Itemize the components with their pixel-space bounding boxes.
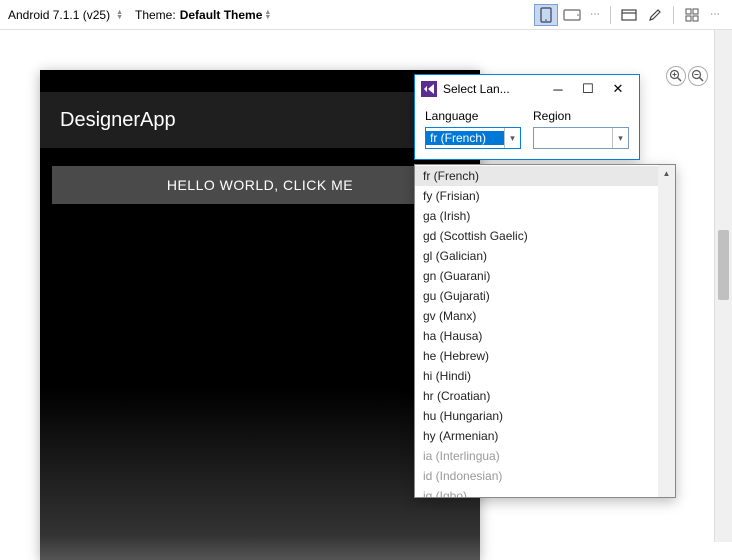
- zoom-out-icon: [691, 69, 705, 83]
- device-landscape-button[interactable]: [560, 4, 584, 26]
- edit-mode-button[interactable]: [643, 4, 667, 26]
- more-devices-button[interactable]: ⋯: [586, 9, 604, 20]
- dropdown-item[interactable]: fy (Frisian): [415, 186, 675, 206]
- close-button[interactable]: ✕: [603, 77, 633, 101]
- android-label: Android 7.1.1 (v25): [8, 8, 110, 22]
- zoom-controls: [666, 66, 708, 86]
- designer-top-toolbar: Android 7.1.1 (v25) ▲▼ Theme: Default Th…: [0, 0, 732, 30]
- dropdown-item[interactable]: gu (Gujarati): [415, 286, 675, 306]
- dropdown-item[interactable]: hu (Hungarian): [415, 406, 675, 426]
- dialog-titlebar[interactable]: Select Lan... ─ ☐ ✕: [415, 75, 639, 103]
- android-version-selector[interactable]: Android 7.1.1 (v25) ▲▼: [8, 8, 123, 22]
- chevron-down-icon: ▾: [504, 128, 520, 148]
- visual-studio-icon: [421, 81, 437, 97]
- hello-world-button[interactable]: HELLO WORLD, CLICK ME: [52, 166, 468, 204]
- toolbar-separator: [673, 6, 674, 24]
- window-mode-button[interactable]: [617, 4, 641, 26]
- canvas-vertical-scrollbar[interactable]: [714, 30, 732, 542]
- scrollbar-thumb[interactable]: [718, 230, 729, 300]
- zoom-out-button[interactable]: [688, 66, 708, 86]
- window-icon: [621, 9, 637, 21]
- dropdown-item[interactable]: gl (Galician): [415, 246, 675, 266]
- more-options-button[interactable]: ⋯: [706, 9, 724, 20]
- dropdown-items-container: fr (French)fy (Frisian)ga (Irish)gd (Sco…: [415, 165, 675, 498]
- chevron-down-icon: ▾: [612, 128, 628, 148]
- scroll-up-arrow[interactable]: ▲: [658, 165, 675, 182]
- app-title: DesignerApp: [60, 109, 176, 132]
- pencil-icon: [648, 8, 662, 22]
- device-portrait-button[interactable]: [534, 4, 558, 26]
- region-combobox[interactable]: ▾: [533, 127, 629, 149]
- dropdown-item[interactable]: hr (Croatian): [415, 386, 675, 406]
- zoom-in-icon: [669, 69, 683, 83]
- dropdown-spinner-icon: ▲▼: [116, 10, 123, 20]
- design-canvas: DesignerApp HELLO WORLD, CLICK ME Select…: [0, 30, 732, 542]
- dropdown-scrollbar[interactable]: ▲: [658, 165, 675, 497]
- dropdown-item[interactable]: ig (Igbo): [415, 486, 675, 498]
- region-label: Region: [533, 109, 629, 123]
- dropdown-item[interactable]: gd (Scottish Gaelic): [415, 226, 675, 246]
- region-column: Region ▾: [533, 109, 629, 149]
- language-column: Language fr (French) ▾: [425, 109, 521, 149]
- zoom-in-button[interactable]: [666, 66, 686, 86]
- phone-portrait-icon: [540, 7, 552, 23]
- select-language-dialog: Select Lan... ─ ☐ ✕ Language fr (French)…: [414, 74, 640, 160]
- dialog-body: Language fr (French) ▾ Region ▾: [415, 103, 639, 159]
- dropdown-spinner-icon: ▲▼: [264, 10, 271, 20]
- maximize-button[interactable]: ☐: [573, 77, 603, 101]
- grid-icon: [685, 8, 699, 22]
- dropdown-item[interactable]: fr (French): [415, 166, 675, 186]
- toolbar-right-group: ⋯ ⋯: [534, 4, 724, 26]
- dropdown-item[interactable]: gn (Guarani): [415, 266, 675, 286]
- minimize-button[interactable]: ─: [543, 77, 573, 101]
- dropdown-item[interactable]: gv (Manx): [415, 306, 675, 326]
- layout-grid-button[interactable]: [680, 4, 704, 26]
- language-value: fr (French): [426, 131, 504, 145]
- language-dropdown-list[interactable]: fr (French)fy (Frisian)ga (Irish)gd (Sco…: [414, 164, 676, 498]
- dropdown-item[interactable]: he (Hebrew): [415, 346, 675, 366]
- dropdown-item[interactable]: ha (Hausa): [415, 326, 675, 346]
- language-label: Language: [425, 109, 521, 123]
- dropdown-item[interactable]: ga (Irish): [415, 206, 675, 226]
- phone-landscape-icon: [563, 9, 581, 21]
- dropdown-item[interactable]: hi (Hindi): [415, 366, 675, 386]
- theme-selector[interactable]: Default Theme ▲▼: [180, 8, 272, 22]
- dropdown-item[interactable]: hy (Armenian): [415, 426, 675, 446]
- button-label: HELLO WORLD, CLICK ME: [167, 177, 353, 193]
- dropdown-item[interactable]: ia (Interlingua): [415, 446, 675, 466]
- dropdown-item[interactable]: id (Indonesian): [415, 466, 675, 486]
- language-combobox[interactable]: fr (French) ▾: [425, 127, 521, 149]
- theme-label: Theme:: [135, 8, 176, 22]
- toolbar-separator: [610, 6, 611, 24]
- theme-value: Default Theme: [180, 8, 263, 22]
- dialog-title: Select Lan...: [443, 82, 543, 96]
